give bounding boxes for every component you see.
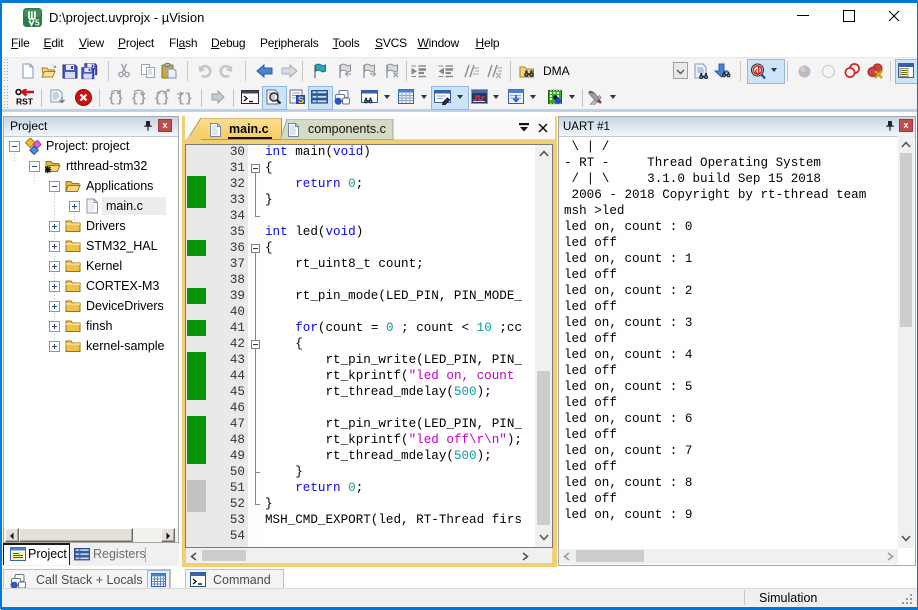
svg-text:d: d (755, 67, 761, 77)
svg-text:{}: {} (108, 91, 124, 105)
svg-text:S: S (298, 95, 304, 105)
svg-text:{}: {} (177, 91, 193, 105)
svg-text:5: 5 (35, 18, 40, 27)
svg-text:RST: RST (16, 97, 34, 106)
svg-text:{}: {} (154, 91, 170, 105)
